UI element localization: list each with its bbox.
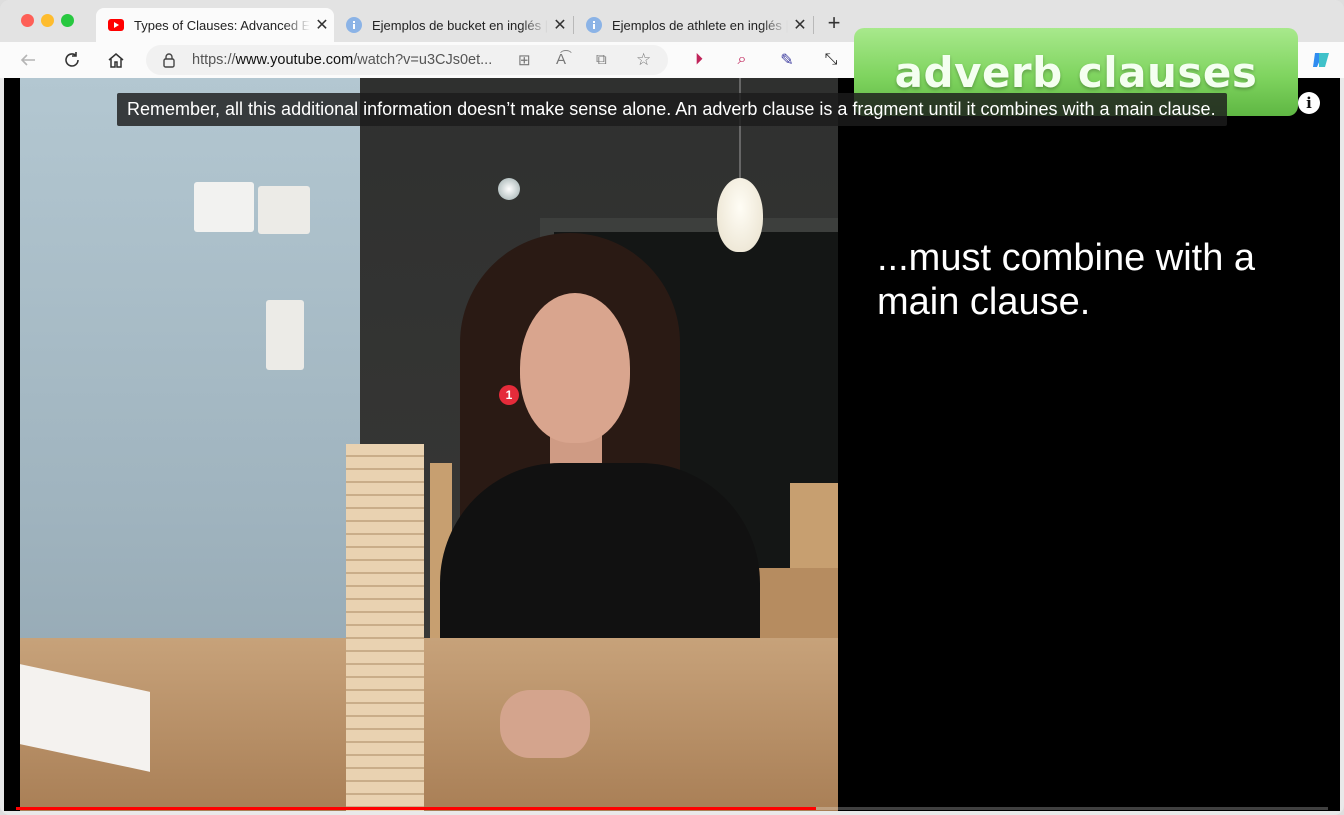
- tab-close-icon[interactable]: ✕: [788, 15, 812, 35]
- tools-icon[interactable]: ⤡: [820, 49, 842, 71]
- browser-window: Types of Clauses: Advanced Er ✕ Ejemplos…: [0, 0, 1344, 815]
- slide-panel: [839, 78, 1340, 811]
- picture-in-picture-icon[interactable]: ⧉: [596, 51, 607, 68]
- video-caption: Remember, all this additional informatio…: [117, 93, 1227, 126]
- reload-icon[interactable]: [61, 49, 83, 71]
- slide-text: ...must combine with a main clause.: [877, 237, 1256, 323]
- window-close-button[interactable]: [21, 14, 34, 27]
- tab-title: Ejemplos de athlete en inglés |: [612, 17, 788, 33]
- video-frame: [20, 78, 838, 811]
- person-face: [520, 293, 630, 443]
- copilot-icon[interactable]: [1310, 49, 1332, 71]
- scene-thermostat: [194, 182, 254, 232]
- apps-icon[interactable]: ⊞: [518, 51, 531, 69]
- favorite-star-icon[interactable]: ☆: [636, 50, 651, 70]
- video-progress-fill: [16, 807, 817, 810]
- window-maximize-button[interactable]: [61, 14, 74, 27]
- tab-close-icon[interactable]: ✕: [548, 15, 572, 35]
- back-arrow-icon[interactable]: [17, 49, 39, 71]
- person-hands: [500, 690, 590, 758]
- tab-bucket[interactable]: Ejemplos de bucket en inglés | ✕: [334, 8, 572, 42]
- home-icon[interactable]: [105, 49, 127, 71]
- search-zoom-icon[interactable]: ⌕: [731, 49, 753, 71]
- tab-youtube[interactable]: Types of Clauses: Advanced Er ✕: [96, 8, 334, 42]
- read-aloud-icon[interactable]: A͡: [556, 51, 566, 68]
- tab-title: Ejemplos de bucket en inglés |: [372, 17, 548, 33]
- address-bar[interactable]: https://www.youtube.com/watch?v=u3CJs0et…: [146, 45, 668, 75]
- tab-title: Types of Clauses: Advanced Er: [134, 17, 310, 33]
- scene-block-tower: [346, 444, 424, 811]
- url-text[interactable]: https://www.youtube.com/watch?v=u3CJs0et…: [192, 52, 492, 68]
- window-minimize-button[interactable]: [41, 14, 54, 27]
- note-edit-icon[interactable]: ✎: [776, 49, 798, 71]
- info-icon: [586, 17, 602, 33]
- scene-bulb: [498, 178, 520, 200]
- video-player[interactable]: [4, 78, 1340, 811]
- info-icon: [346, 17, 362, 33]
- lock-icon[interactable]: [162, 52, 176, 73]
- tab-separator: [813, 16, 814, 34]
- media-play-icon[interactable]: ⏵: [688, 49, 710, 71]
- scene-thermostat: [258, 186, 310, 234]
- tab-close-icon[interactable]: ✕: [310, 15, 334, 35]
- info-icon[interactable]: i: [1298, 92, 1320, 114]
- scene-pendant-lamp: [717, 178, 763, 252]
- youtube-icon: [108, 19, 124, 31]
- scene-light-switch: [266, 300, 304, 370]
- new-tab-button[interactable]: +: [822, 10, 846, 36]
- video-progress-bar[interactable]: [16, 807, 1328, 810]
- tab-athlete[interactable]: Ejemplos de athlete en inglés | ✕: [574, 8, 812, 42]
- notification-badge[interactable]: 1: [499, 385, 519, 405]
- slide-banner-text: adverb clauses: [894, 47, 1258, 97]
